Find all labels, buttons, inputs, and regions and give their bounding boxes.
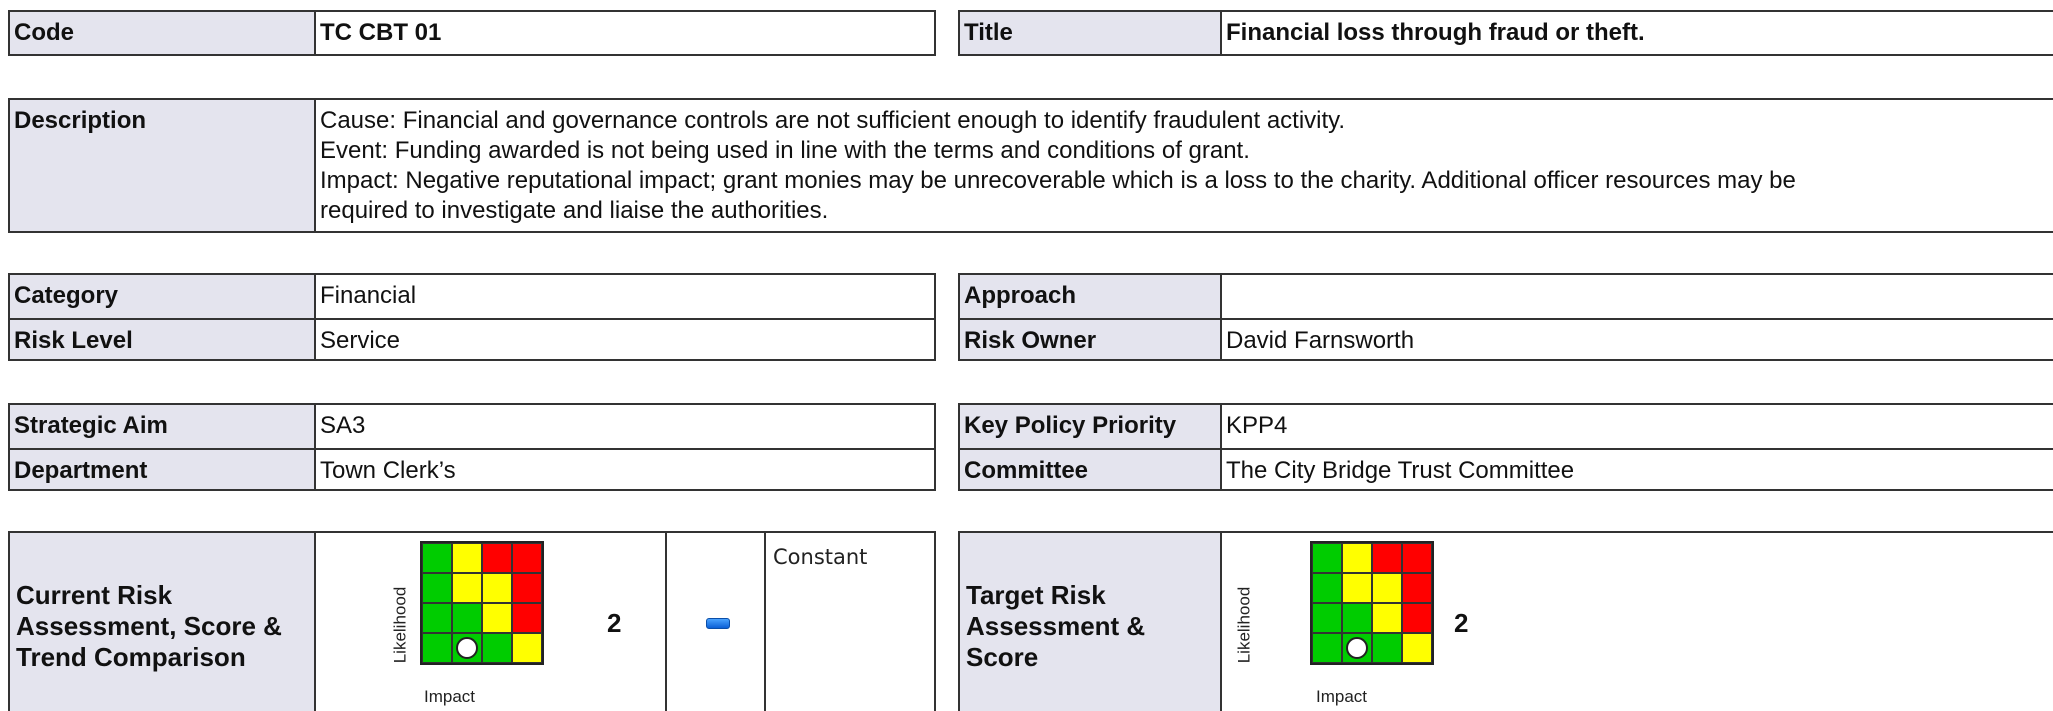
- dash-icon: [706, 618, 730, 629]
- committee-value: The City Bridge Trust Committee: [1226, 457, 1575, 484]
- description-line: Impact: Negative reputational impact; gr…: [320, 167, 1796, 194]
- description-line: Cause: Financial and governance controls…: [320, 107, 1346, 134]
- alignment-right-box: Key Policy Priority KPP4 Committee The C…: [958, 403, 2053, 491]
- title-value: Financial loss through fraud or theft.: [1226, 19, 1645, 46]
- matrix-cell: [1372, 573, 1402, 603]
- current-impact-axis-label: Impact: [424, 687, 476, 706]
- description-box: Description Cause: Financial and governa…: [8, 98, 2053, 233]
- target-risk-matrix: [1310, 541, 1434, 665]
- matrix-cell: [1372, 543, 1402, 573]
- matrix-cell: [452, 543, 482, 573]
- matrix-cell: [452, 633, 482, 663]
- target-risk-score: 2: [1454, 608, 1469, 638]
- matrix-cell: [482, 573, 512, 603]
- matrix-cell: [482, 633, 512, 663]
- matrix-cell: [1402, 633, 1432, 663]
- strategic-aim-value: SA3: [320, 412, 366, 439]
- matrix-cell: [1342, 603, 1372, 633]
- classification-right-box: Approach Risk Owner David Farnsworth: [958, 273, 2053, 361]
- current-divider-1: [665, 533, 667, 711]
- matrix-cell: [452, 573, 482, 603]
- matrix-cell: [1402, 573, 1432, 603]
- matrix-cell: [482, 543, 512, 573]
- current-divider-2: [764, 533, 766, 711]
- risk-position-marker: [456, 637, 478, 659]
- matrix-cell: [422, 543, 452, 573]
- risk-owner-value: David Farnsworth: [1226, 327, 1415, 354]
- target-impact-axis-label: Impact: [1316, 687, 1368, 706]
- matrix-cell: [1312, 633, 1342, 663]
- risk-owner-label: Risk Owner: [960, 320, 1222, 359]
- current-likelihood-axis-label: Likelihood: [390, 586, 410, 664]
- key-policy-priority-label: Key Policy Priority: [960, 405, 1222, 448]
- department-label: Department: [10, 450, 316, 489]
- approach-value: [1222, 275, 2053, 318]
- department-value: Town Clerk’s: [320, 457, 456, 484]
- code-value: TC CBT 01: [320, 19, 442, 46]
- matrix-cell: [512, 633, 542, 663]
- current-risk-matrix: [420, 541, 544, 665]
- description-line: required to investigate and liaise the a…: [320, 197, 829, 224]
- matrix-cell: [422, 603, 452, 633]
- code-box: Code TC CBT 01: [8, 10, 936, 56]
- category-value: Financial: [320, 282, 417, 309]
- description-line: Event: Funding awarded is not being used…: [320, 137, 1250, 164]
- strategic-aim-label: Strategic Aim: [10, 405, 316, 448]
- alignment-left-box: Strategic Aim SA3 Department Town Clerk’…: [8, 403, 936, 491]
- target-assessment-box: Target Risk Assessment & Score Likelihoo…: [958, 531, 2053, 711]
- description-text: Cause: Financial and governance controls…: [316, 100, 2053, 231]
- matrix-cell: [452, 603, 482, 633]
- matrix-cell: [1402, 603, 1432, 633]
- classification-left-box: Category Financial Risk Level Service: [8, 273, 936, 361]
- committee-label: Committee: [960, 450, 1222, 489]
- matrix-cell: [1342, 543, 1372, 573]
- matrix-cell: [1372, 603, 1402, 633]
- description-label: Description: [10, 100, 316, 231]
- matrix-cell: [1312, 543, 1342, 573]
- current-trend-text: Constant: [773, 545, 868, 569]
- matrix-cell: [512, 543, 542, 573]
- matrix-cell: [422, 573, 452, 603]
- code-label: Code: [10, 12, 316, 54]
- matrix-cell: [1312, 603, 1342, 633]
- current-risk-score: 2: [607, 608, 622, 638]
- current-assessment-label: Current Risk Assessment, Score & Trend C…: [10, 533, 316, 711]
- matrix-cell: [512, 573, 542, 603]
- matrix-cell: [422, 633, 452, 663]
- matrix-cell: [1402, 543, 1432, 573]
- risk-position-marker: [1346, 637, 1368, 659]
- matrix-cell: [1372, 633, 1402, 663]
- matrix-cell: [1342, 633, 1372, 663]
- title-label: Title: [960, 12, 1222, 54]
- matrix-cell: [1342, 573, 1372, 603]
- matrix-cell: [482, 603, 512, 633]
- risk-level-value: Service: [320, 327, 401, 354]
- target-assessment-label: Target Risk Assessment & Score: [960, 533, 1222, 711]
- matrix-cell: [1312, 573, 1342, 603]
- matrix-cell: [512, 603, 542, 633]
- current-assessment-box: Current Risk Assessment, Score & Trend C…: [8, 531, 936, 711]
- risk-level-label: Risk Level: [10, 320, 316, 359]
- key-policy-priority-value: KPP4: [1226, 412, 1288, 439]
- category-label: Category: [10, 275, 316, 318]
- target-likelihood-axis-label: Likelihood: [1234, 586, 1254, 664]
- title-box: Title Financial loss through fraud or th…: [958, 10, 2053, 56]
- approach-label: Approach: [960, 275, 1222, 318]
